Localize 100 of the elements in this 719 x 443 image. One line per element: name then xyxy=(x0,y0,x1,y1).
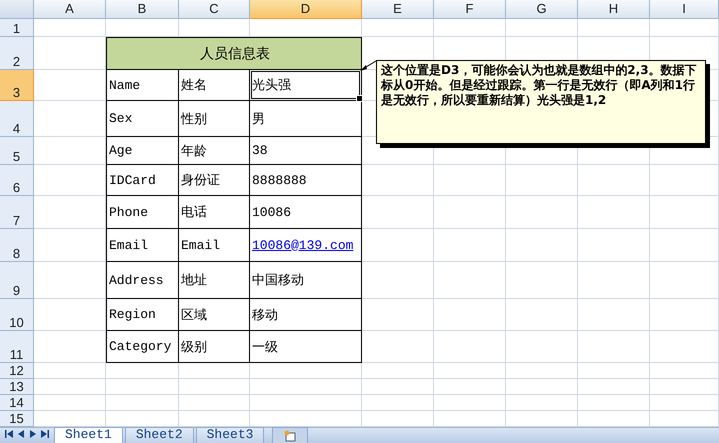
grid-cell[interactable] xyxy=(362,299,434,331)
grid-cell[interactable] xyxy=(434,196,506,229)
grid-cell[interactable] xyxy=(506,165,578,196)
grid-cell[interactable] xyxy=(650,19,719,37)
sheet-tab[interactable]: Sheet3 xyxy=(196,427,264,443)
grid-cell[interactable] xyxy=(434,363,506,379)
grid-cell[interactable] xyxy=(506,299,578,331)
grid-cell[interactable] xyxy=(650,229,719,262)
grid-cell[interactable] xyxy=(34,70,106,101)
row-header[interactable]: 4 xyxy=(0,101,34,137)
grid-cell[interactable] xyxy=(506,395,578,411)
grid-cell[interactable] xyxy=(578,363,650,379)
grid-cell[interactable] xyxy=(34,19,106,37)
grid-cell[interactable] xyxy=(179,363,250,379)
grid-cell[interactable] xyxy=(34,229,106,262)
grid-cell[interactable] xyxy=(650,331,719,363)
grid-cell[interactable] xyxy=(578,331,650,363)
row-header[interactable]: 3 xyxy=(0,70,34,101)
next-sheet-icon[interactable] xyxy=(28,429,38,439)
table-cell[interactable]: 10086 xyxy=(250,196,362,229)
row-header[interactable]: 13 xyxy=(0,379,34,395)
grid-cell[interactable] xyxy=(578,395,650,411)
table-cell[interactable]: 8888888 xyxy=(250,165,362,196)
grid-cell[interactable] xyxy=(250,379,362,395)
grid-cell[interactable] xyxy=(179,395,250,411)
grid-cell[interactable] xyxy=(650,363,719,379)
insert-sheet-button[interactable] xyxy=(272,427,308,443)
grid-cell[interactable] xyxy=(434,262,506,299)
grid-cell[interactable] xyxy=(34,165,106,196)
column-header[interactable]: A xyxy=(34,0,106,19)
grid-cell[interactable] xyxy=(362,165,434,196)
grid-cell[interactable] xyxy=(506,229,578,262)
first-sheet-icon[interactable] xyxy=(4,429,14,439)
email-link[interactable]: 10086@139.com xyxy=(252,238,354,252)
grid-cell[interactable] xyxy=(506,262,578,299)
previous-sheet-icon[interactable] xyxy=(16,429,26,439)
grid-cell[interactable] xyxy=(106,363,179,379)
grid-cell[interactable] xyxy=(34,379,106,395)
grid-cell[interactable] xyxy=(362,379,434,395)
grid-cell[interactable] xyxy=(506,331,578,363)
grid-cell[interactable] xyxy=(578,196,650,229)
grid-cell[interactable] xyxy=(578,299,650,331)
grid-cell[interactable] xyxy=(506,19,578,37)
table-cell[interactable]: 38 xyxy=(250,137,362,165)
column-header[interactable]: B xyxy=(106,0,179,19)
grid-cell[interactable] xyxy=(106,379,179,395)
grid-cell[interactable] xyxy=(650,379,719,395)
table-cell[interactable]: 移动 xyxy=(250,299,362,331)
grid-cell[interactable] xyxy=(34,363,106,379)
column-header[interactable]: H xyxy=(578,0,650,19)
table-cell[interactable]: 中国移动 xyxy=(250,262,362,299)
column-header[interactable]: F xyxy=(434,0,506,19)
grid-cell[interactable] xyxy=(250,363,362,379)
grid-cell[interactable] xyxy=(578,19,650,37)
grid-cell[interactable] xyxy=(578,262,650,299)
row-header[interactable]: 12 xyxy=(0,363,34,379)
grid-cell[interactable] xyxy=(362,19,434,37)
column-header[interactable]: E xyxy=(362,0,434,19)
grid-cell[interactable] xyxy=(506,196,578,229)
table-cell[interactable]: 光头强 xyxy=(250,70,362,101)
sheet-tab[interactable]: Sheet1 xyxy=(54,427,123,443)
row-header[interactable]: 2 xyxy=(0,37,34,70)
column-header[interactable]: I xyxy=(650,0,719,19)
grid-cell[interactable] xyxy=(650,196,719,229)
grid-cell[interactable] xyxy=(34,262,106,299)
select-all-button[interactable] xyxy=(0,0,34,19)
row-header[interactable]: 1 xyxy=(0,19,34,37)
grid-cell[interactable] xyxy=(434,395,506,411)
grid-cell[interactable] xyxy=(650,299,719,331)
row-header[interactable]: 5 xyxy=(0,137,34,165)
grid-cell[interactable] xyxy=(650,395,719,411)
row-header[interactable]: 7 xyxy=(0,196,34,229)
row-header[interactable]: 9 xyxy=(0,262,34,299)
column-header[interactable]: G xyxy=(506,0,578,19)
grid-cell[interactable] xyxy=(34,331,106,363)
grid-cell[interactable] xyxy=(434,299,506,331)
row-header[interactable]: 15 xyxy=(0,411,34,427)
fill-handle[interactable] xyxy=(356,95,363,102)
grid-cell[interactable] xyxy=(506,379,578,395)
row-header[interactable]: 8 xyxy=(0,229,34,262)
row-header[interactable]: 11 xyxy=(0,331,34,363)
grid-cell[interactable] xyxy=(578,165,650,196)
sheet-tab[interactable]: Sheet2 xyxy=(124,427,194,443)
grid-cell[interactable] xyxy=(434,19,506,37)
grid-cell[interactable] xyxy=(34,299,106,331)
grid-cell[interactable] xyxy=(650,262,719,299)
row-header[interactable]: 14 xyxy=(0,395,34,411)
grid-cell[interactable] xyxy=(506,363,578,379)
row-header[interactable]: 10 xyxy=(0,299,34,331)
grid-cell[interactable] xyxy=(434,379,506,395)
grid-cell[interactable] xyxy=(650,165,719,196)
grid-cell[interactable] xyxy=(106,395,179,411)
grid-cell[interactable] xyxy=(578,229,650,262)
grid-cell[interactable] xyxy=(434,331,506,363)
table-cell[interactable]: 一级 xyxy=(250,331,362,363)
column-header[interactable]: C xyxy=(179,0,250,19)
last-sheet-icon[interactable] xyxy=(40,429,50,439)
grid-cell[interactable] xyxy=(250,395,362,411)
grid-cell[interactable] xyxy=(34,137,106,165)
grid-cell[interactable] xyxy=(362,363,434,379)
